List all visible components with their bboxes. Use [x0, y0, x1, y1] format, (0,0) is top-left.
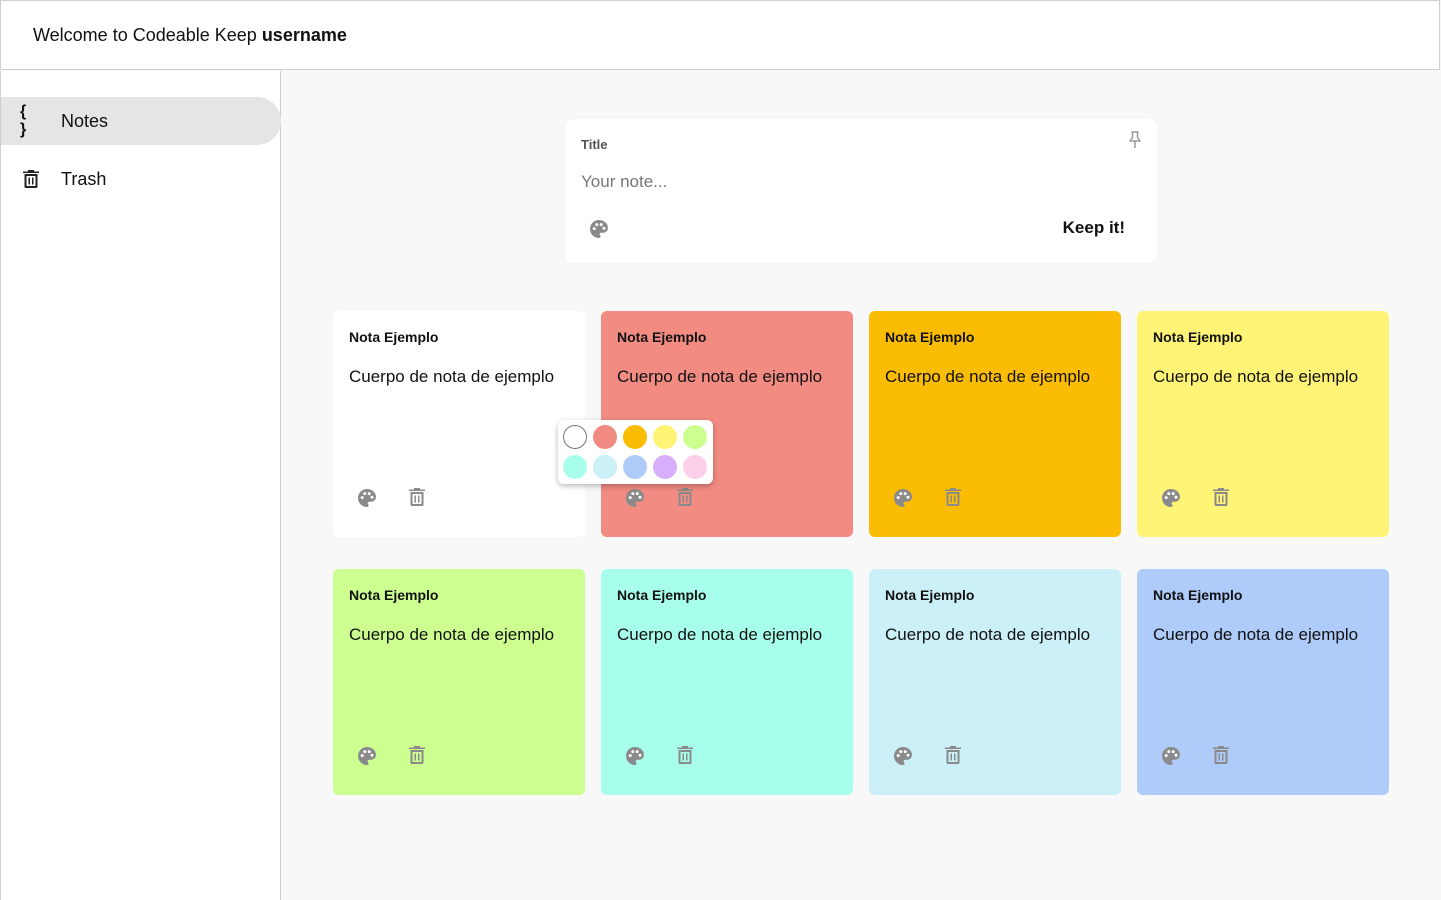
sidebar: { } Notes Trash — [0, 71, 281, 900]
note-title: Nota Ejemplo — [349, 329, 439, 345]
braces-icon: { } — [20, 103, 30, 138]
color-swatch[interactable] — [653, 455, 677, 479]
note-title: Nota Ejemplo — [349, 587, 439, 603]
color-swatch[interactable] — [563, 455, 587, 479]
trash-icon[interactable] — [409, 488, 425, 513]
trash-icon[interactable] — [677, 488, 693, 513]
note-actions — [1161, 746, 1229, 771]
palette-icon[interactable] — [357, 488, 377, 513]
palette-icon[interactable] — [625, 746, 645, 771]
trash-icon[interactable] — [945, 746, 961, 771]
color-swatch[interactable] — [683, 455, 707, 479]
note-title: Nota Ejemplo — [617, 587, 707, 603]
note-actions — [357, 746, 425, 771]
note-card[interactable]: Nota Ejemplo Cuerpo de nota de ejemplo — [869, 311, 1121, 537]
note-body: Cuerpo de nota de ejemplo — [885, 367, 1091, 386]
keep-it-button[interactable]: Keep it! — [1063, 218, 1125, 238]
sidebar-item-label: Trash — [61, 168, 107, 189]
color-picker — [558, 420, 713, 484]
sidebar-item-trash[interactable]: Trash — [1, 155, 281, 203]
palette-icon[interactable] — [625, 488, 645, 513]
note-body: Cuerpo de nota de ejemplo — [1153, 625, 1359, 644]
trash-icon[interactable] — [409, 746, 425, 771]
note-title: Nota Ejemplo — [885, 587, 975, 603]
note-title: Nota Ejemplo — [1153, 587, 1243, 603]
pin-icon[interactable] — [1127, 131, 1143, 154]
sidebar-item-label: Notes — [61, 110, 109, 131]
note-body: Cuerpo de nota de ejemplo — [349, 625, 555, 644]
color-swatch[interactable] — [563, 425, 587, 449]
trash-icon[interactable] — [1213, 746, 1229, 771]
note-actions — [357, 488, 425, 513]
username: username — [261, 24, 347, 45]
trash-icon — [20, 170, 42, 188]
trash-icon[interactable] — [945, 488, 961, 513]
note-card[interactable]: Nota Ejemplo Cuerpo de nota de ejemplo — [601, 569, 853, 795]
note-body: Cuerpo de nota de ejemplo — [349, 367, 555, 386]
notes-grid: Nota Ejemplo Cuerpo de nota de ejemplo Not… — [333, 311, 1389, 795]
note-card[interactable]: Nota Ejemplo Cuerpo de nota de ejemplo — [333, 569, 585, 795]
palette-icon[interactable] — [893, 746, 913, 771]
note-body: Cuerpo de nota de ejemplo — [617, 625, 823, 644]
palette-icon[interactable] — [1161, 488, 1181, 513]
palette-icon[interactable] — [589, 219, 609, 244]
color-swatch[interactable] — [593, 455, 617, 479]
note-body: Cuerpo de nota de ejemplo — [1153, 367, 1359, 386]
color-swatch[interactable] — [653, 425, 677, 449]
note-actions — [893, 746, 961, 771]
title-input[interactable] — [581, 137, 1081, 152]
note-card[interactable]: Nota Ejemplo Cuerpo de nota de ejemplo — [869, 569, 1121, 795]
palette-icon[interactable] — [1161, 746, 1181, 771]
note-card[interactable]: Nota Ejemplo Cuerpo de nota de ejemplo — [333, 311, 585, 537]
palette-icon[interactable] — [893, 488, 913, 513]
note-title: Nota Ejemplo — [1153, 329, 1243, 345]
note-actions — [625, 488, 693, 513]
note-title: Nota Ejemplo — [885, 329, 975, 345]
app-header: Welcome to Codeable Keep username — [0, 0, 1440, 70]
note-actions — [893, 488, 961, 513]
trash-icon[interactable] — [677, 746, 693, 771]
note-actions — [1161, 488, 1229, 513]
palette-icon[interactable] — [357, 746, 377, 771]
main-content: Keep it! Nota Ejemplo Cuerpo de nota de e… — [282, 71, 1441, 900]
color-swatch[interactable] — [593, 425, 617, 449]
color-swatch[interactable] — [683, 425, 707, 449]
note-input[interactable] — [581, 172, 1101, 192]
welcome-text: Welcome to Codeable Keep — [33, 24, 257, 45]
trash-icon[interactable] — [1213, 488, 1229, 513]
note-card[interactable]: Nota Ejemplo Cuerpo de nota de ejemplo — [1137, 311, 1389, 537]
sidebar-item-notes[interactable]: { } Notes — [1, 97, 281, 145]
note-title: Nota Ejemplo — [617, 329, 707, 345]
note-body: Cuerpo de nota de ejemplo — [885, 625, 1091, 644]
color-swatch[interactable] — [623, 455, 647, 479]
note-body: Cuerpo de nota de ejemplo — [617, 367, 823, 386]
note-actions — [625, 746, 693, 771]
note-card[interactable]: Nota Ejemplo Cuerpo de nota de ejemplo — [1137, 569, 1389, 795]
note-composer: Keep it! — [565, 119, 1157, 263]
color-swatch[interactable] — [623, 425, 647, 449]
